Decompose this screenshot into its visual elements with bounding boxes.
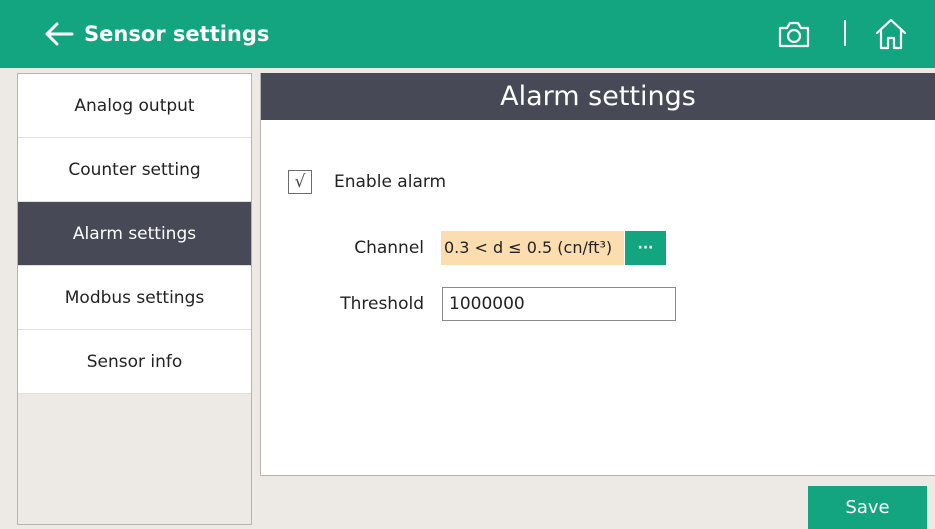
sidebar-item-alarm-settings[interactable]: Alarm settings xyxy=(18,202,251,266)
settings-panel: Alarm settings √ Enable alarm Channel 0.… xyxy=(260,73,935,476)
sidebar: Analog output Counter setting Alarm sett… xyxy=(17,73,252,525)
sidebar-item-counter-setting[interactable]: Counter setting xyxy=(18,138,251,202)
sidebar-item-label: Alarm settings xyxy=(72,223,197,244)
header-divider xyxy=(844,20,846,46)
sidebar-item-sensor-info[interactable]: Sensor info xyxy=(18,330,251,394)
enable-alarm-toggle[interactable]: √ Enable alarm xyxy=(288,169,446,195)
channel-value[interactable]: 0.3 < d ≤ 0.5 (cn/ft³) xyxy=(441,231,624,265)
save-button[interactable]: Save xyxy=(808,486,927,529)
sidebar-item-label: Counter setting xyxy=(68,159,201,180)
save-button-label: Save xyxy=(845,497,890,518)
channel-more-button[interactable]: ··· xyxy=(625,231,666,265)
ellipsis-icon: ··· xyxy=(637,240,654,256)
enable-alarm-checkbox[interactable]: √ xyxy=(288,170,312,194)
sidebar-item-label: Modbus settings xyxy=(64,287,205,308)
camera-button[interactable] xyxy=(774,16,814,52)
arrow-left-icon xyxy=(45,22,74,46)
checkmark-icon: √ xyxy=(294,172,306,192)
camera-icon xyxy=(778,21,810,48)
channel-label: Channel xyxy=(354,238,424,258)
home-button[interactable] xyxy=(871,14,911,54)
top-bar: Sensor settings xyxy=(0,0,935,68)
back-button[interactable] xyxy=(40,18,78,50)
sidebar-item-label: Analog output xyxy=(74,95,195,116)
threshold-input[interactable] xyxy=(442,287,676,321)
sidebar-item-analog-output[interactable]: Analog output xyxy=(18,74,251,138)
enable-alarm-label: Enable alarm xyxy=(334,172,447,192)
home-icon xyxy=(875,18,907,50)
threshold-label: Threshold xyxy=(340,294,424,314)
sidebar-item-label: Sensor info xyxy=(86,351,183,372)
panel-title: Alarm settings xyxy=(261,73,935,120)
sidebar-item-modbus-settings[interactable]: Modbus settings xyxy=(18,266,251,330)
page-title: Sensor settings xyxy=(84,22,270,46)
